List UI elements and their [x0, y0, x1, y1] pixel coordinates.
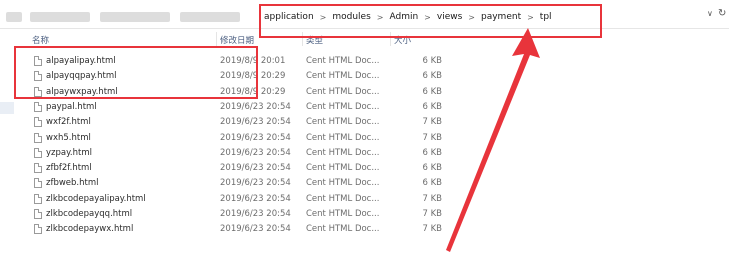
- file-size: 6 KB: [422, 101, 442, 112]
- html-file-icon: [34, 132, 42, 143]
- file-modified-date: 2019/6/23 20:54: [220, 101, 291, 112]
- file-size: 6 KB: [422, 86, 442, 97]
- file-row[interactable]: wxf2f.html 2019/6/23 20:54 Cent HTML Doc..…: [28, 115, 458, 130]
- file-name: zlkbcodepaywx.html: [46, 224, 134, 235]
- file-row[interactable]: zlkbcodepaywx.html 2019/6/23 20:54 Cent HT…: [28, 222, 458, 237]
- file-size: 7 KB: [422, 132, 442, 143]
- file-row[interactable]: zfbf2f.html 2019/6/23 20:54 Cent HTML Doc.…: [28, 161, 458, 176]
- html-file-icon: [34, 178, 42, 189]
- file-size: 7 KB: [422, 193, 442, 204]
- file-size: 7 KB: [422, 224, 442, 235]
- file-name: zlkbcodepayalipay.html: [46, 193, 146, 204]
- file-size: 7 KB: [422, 209, 442, 219]
- html-file-icon: [34, 209, 42, 219]
- file-modified-date: 2019/6/23 20:54: [220, 224, 291, 235]
- blurred-path-segment: [30, 12, 90, 22]
- html-file-icon: [34, 101, 42, 112]
- html-file-icon: [34, 224, 42, 235]
- file-size: 6 KB: [422, 56, 442, 66]
- blurred-path-segment: [180, 12, 240, 22]
- file-type: Cent HTML Doc...: [306, 224, 380, 235]
- column-header-name[interactable]: 名称: [32, 34, 49, 46]
- file-type: Cent HTML Doc...: [306, 71, 380, 82]
- file-name: wxh5.html: [46, 132, 91, 143]
- html-file-icon: [34, 117, 42, 128]
- file-modified-date: 2019/6/23 20:54: [220, 132, 291, 143]
- file-type: Cent HTML Doc...: [306, 178, 380, 189]
- file-type: Cent HTML Doc...: [306, 101, 380, 112]
- nav-pane-selected-item[interactable]: [0, 102, 14, 114]
- file-name: zlkbcodepayqq.html: [46, 209, 133, 219]
- file-type: Cent HTML Doc...: [306, 209, 380, 219]
- file-type: Cent HTML Doc...: [306, 147, 380, 158]
- file-type: Cent HTML Doc...: [306, 163, 380, 174]
- file-type: Cent HTML Doc...: [306, 132, 380, 143]
- file-modified-date: 2019/6/23 20:54: [220, 209, 291, 219]
- html-file-icon: [34, 147, 42, 158]
- file-type: Cent HTML Doc...: [306, 193, 380, 204]
- file-size: 6 KB: [422, 163, 442, 174]
- file-name: paypal.html: [46, 101, 97, 112]
- html-file-icon: [34, 163, 42, 174]
- file-modified-date: 2019/6/23 20:54: [220, 147, 291, 158]
- refresh-icon[interactable]: ↻: [718, 8, 726, 19]
- file-name: zfbweb.html: [46, 178, 99, 189]
- column-header-modified[interactable]: 修改日期: [220, 34, 254, 46]
- file-name: zfbf2f.html: [46, 163, 92, 174]
- file-type: Cent HTML Doc...: [306, 56, 380, 66]
- file-row[interactable]: zlkbcodepayalipay.html 2019/6/23 20:54 Cen…: [28, 192, 458, 207]
- file-modified-date: 2019/6/23 20:54: [220, 163, 291, 174]
- file-type: Cent HTML Doc...: [306, 117, 380, 128]
- column-divider[interactable]: [216, 32, 217, 46]
- annotation-box-files: [14, 46, 258, 99]
- file-type: Cent HTML Doc...: [306, 86, 380, 97]
- html-file-icon: [34, 193, 42, 204]
- chevron-down-icon[interactable]: ∨: [707, 9, 713, 18]
- file-size: 6 KB: [422, 71, 442, 82]
- file-name: wxf2f.html: [46, 117, 91, 128]
- navigation-pane[interactable]: [0, 46, 14, 264]
- file-modified-date: 2019/6/23 20:54: [220, 193, 291, 204]
- file-row[interactable]: yzpay.html 2019/6/23 20:54 Cent HTML Doc..…: [28, 146, 458, 161]
- file-row[interactable]: zfbweb.html 2019/6/23 20:54 Cent HTML Doc.…: [28, 176, 458, 191]
- blurred-path-segment: [100, 12, 170, 22]
- file-row[interactable]: zlkbcodepayqq.html 2019/6/23 20:54 Cent HT…: [28, 207, 458, 222]
- file-modified-date: 2019/6/23 20:54: [220, 117, 291, 128]
- nav-back-blurred: [6, 12, 22, 22]
- file-row[interactable]: wxh5.html 2019/6/23 20:54 Cent HTML Doc...…: [28, 131, 458, 146]
- annotation-arrow-icon: [446, 28, 540, 252]
- file-size: 6 KB: [422, 147, 442, 158]
- file-row[interactable]: paypal.html 2019/6/23 20:54 Cent HTML Doc.…: [28, 100, 458, 115]
- file-modified-date: 2019/6/23 20:54: [220, 178, 291, 189]
- file-size: 6 KB: [422, 178, 442, 189]
- file-size: 7 KB: [422, 117, 442, 128]
- file-name: yzpay.html: [46, 147, 92, 158]
